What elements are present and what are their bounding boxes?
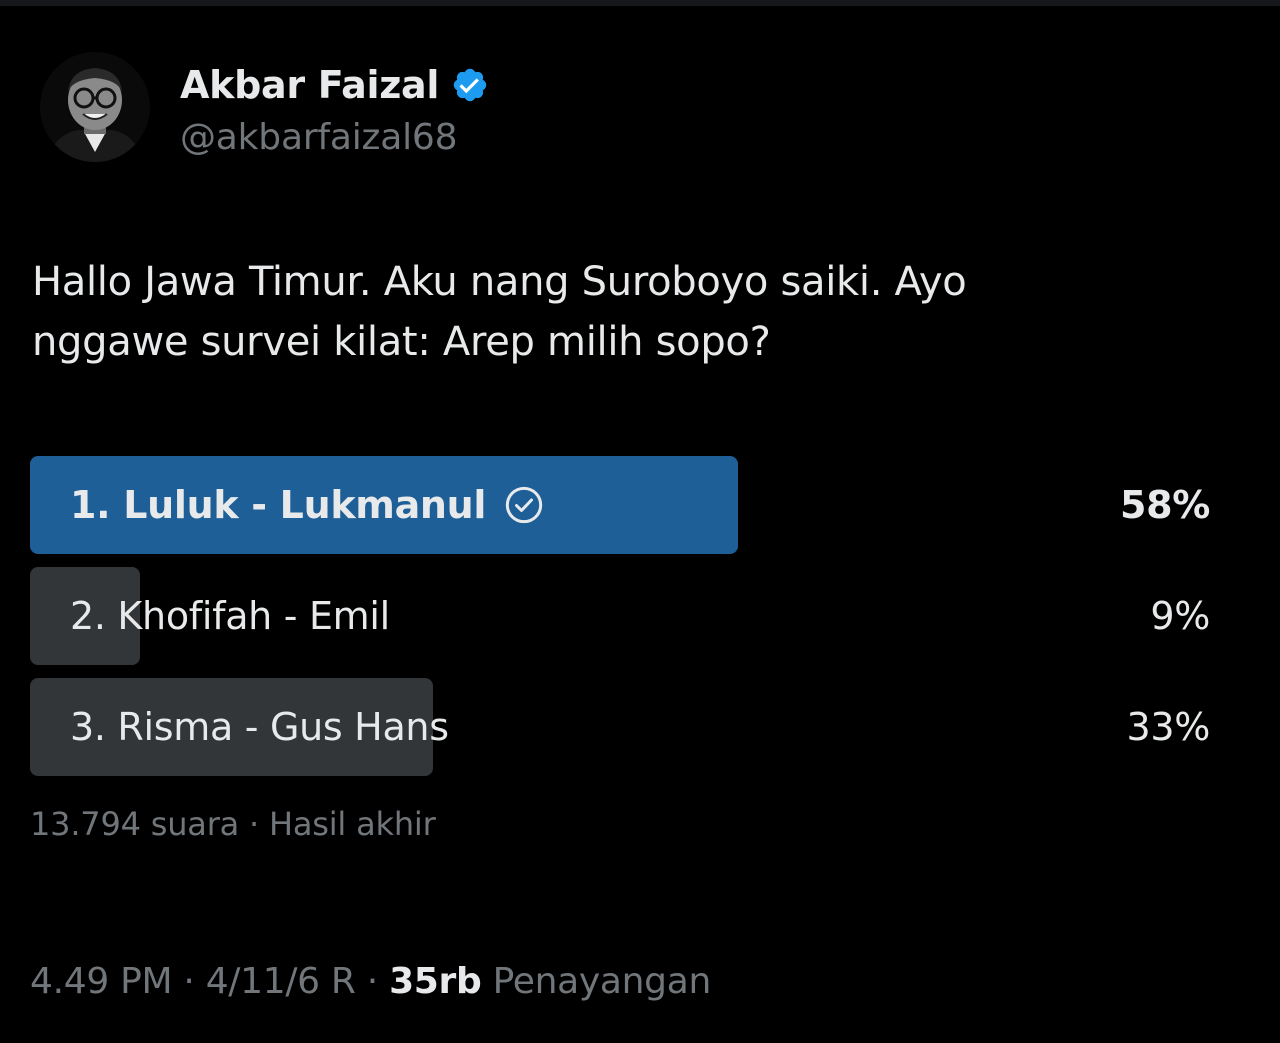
avatar-image bbox=[40, 52, 150, 162]
author-name-row[interactable]: Akbar Faizal bbox=[180, 60, 489, 110]
poll-option-percent: 33% bbox=[1126, 705, 1210, 749]
poll-option-label-row-1: 1. Luluk - Lukmanul bbox=[70, 456, 544, 554]
tweet-text: Hallo Jawa Timur. Aku nang Suroboyo saik… bbox=[32, 259, 967, 365]
views-count[interactable]: 35rb bbox=[389, 961, 482, 1002]
poll-option-3: 3. Risma - Gus Hans 33% bbox=[30, 678, 1220, 776]
avatar[interactable] bbox=[40, 52, 150, 162]
verified-badge-icon bbox=[453, 68, 487, 102]
poll-option-label: 3. Risma - Gus Hans bbox=[70, 705, 449, 749]
poll-option-label-row-3: 3. Risma - Gus Hans bbox=[70, 678, 449, 776]
poll-option-label: 2. Khofifah - Emil bbox=[70, 594, 390, 638]
views-label: Penayangan bbox=[481, 961, 712, 1002]
poll-option-1: 1. Luluk - Lukmanul 58% bbox=[30, 456, 1220, 554]
top-divider bbox=[0, 0, 1280, 6]
poll-meta: 13.794 suara · Hasil akhir bbox=[30, 805, 436, 843]
author-display-name[interactable]: Akbar Faizal bbox=[180, 60, 439, 110]
poll-option-label: 1. Luluk - Lukmanul bbox=[70, 483, 487, 527]
poll-option-percent: 58% bbox=[1119, 483, 1210, 527]
poll-option-2: 2. Khofifah - Emil 9% bbox=[30, 567, 1220, 665]
author-handle[interactable]: @akbarfaizal68 bbox=[180, 114, 458, 162]
check-circle-icon bbox=[506, 486, 543, 524]
poll-option-label-row-2: 2. Khofifah - Emil bbox=[70, 567, 390, 665]
tweet-timestamp[interactable]: 4.49 PM · 4/11/6 R · bbox=[30, 961, 389, 1002]
poll-option-percent: 9% bbox=[1150, 594, 1210, 638]
tweet-footer: 4.49 PM · 4/11/6 R · 35rb Penayangan bbox=[30, 955, 711, 1009]
